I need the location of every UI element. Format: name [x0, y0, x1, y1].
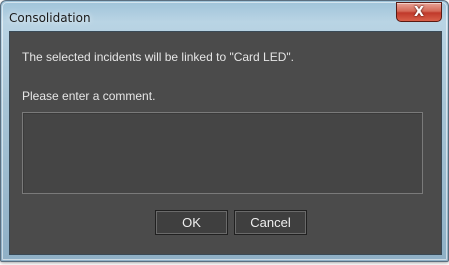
ok-button[interactable]: OK: [155, 210, 228, 235]
link-message: The selected incidents will be linked to…: [22, 50, 294, 64]
title-bar[interactable]: Consolidation X: [1, 1, 448, 31]
dialog-content: The selected incidents will be linked to…: [9, 31, 442, 255]
comment-input[interactable]: [22, 112, 423, 194]
close-button[interactable]: X: [396, 2, 442, 22]
comment-prompt: Please enter a comment.: [22, 89, 156, 103]
consolidation-dialog: Consolidation X The selected incidents w…: [0, 0, 449, 262]
close-icon: X: [413, 4, 425, 20]
cancel-button[interactable]: Cancel: [234, 210, 307, 235]
window-title: Consolidation: [9, 11, 91, 25]
